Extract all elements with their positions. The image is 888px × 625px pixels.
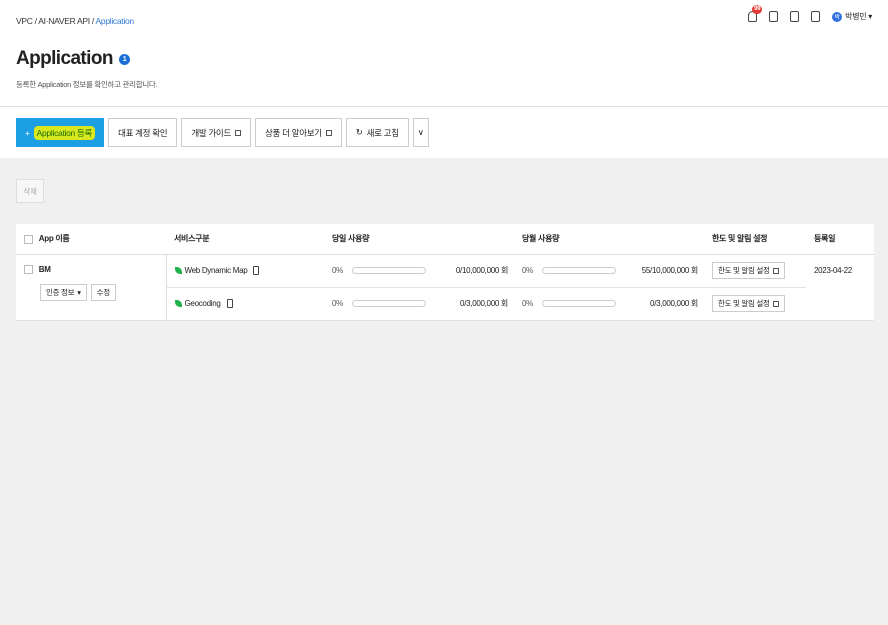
usage-count: 0/3,000,000 회	[650, 299, 698, 308]
col-app-name: App 이름	[38, 234, 70, 244]
auth-info-label: 인증 정보	[46, 287, 75, 297]
refresh-button[interactable]: ↻ 새로 고침	[345, 118, 409, 147]
main-account-button[interactable]: 대표 계정 확인	[108, 118, 178, 147]
page-title: Application 1	[16, 48, 130, 70]
product-more-button[interactable]: 상품 더 알아보기	[254, 118, 342, 147]
reg-date: 2023-04-22	[806, 254, 874, 321]
col-reg-date: 등록일	[806, 224, 874, 255]
col-daily-usage: 당일 사용량	[324, 224, 514, 255]
page-title-text: Application	[16, 48, 113, 69]
refresh-label: 새로 고침	[366, 127, 399, 138]
service-name[interactable]: Web Dynamic Map	[185, 266, 248, 275]
breadcrumb-current: Application	[95, 16, 135, 26]
usage-percent: 0%	[332, 266, 343, 275]
mobile-icon	[226, 299, 233, 308]
breadcrumb: VPC / AI·NAVER API / Application	[16, 16, 134, 26]
limit-settings-button[interactable]: 한도 및 알림 설정	[712, 295, 785, 312]
usage-count: 0/10,000,000 회	[455, 266, 508, 275]
header-toolbar: 99 박 박병민 ▾	[748, 5, 872, 22]
col-limit: 한도 및 알림 설정	[704, 224, 806, 255]
breadcrumb-vpc[interactable]: VPC	[16, 16, 33, 26]
popup-icon	[772, 300, 779, 307]
avatar: 박	[832, 11, 843, 22]
register-application-button[interactable]: + Application 등록	[16, 118, 105, 147]
refresh-icon: ↻	[355, 127, 363, 137]
divider	[0, 106, 888, 107]
service-cell: Geocoding	[165, 287, 324, 321]
chat-icon[interactable]	[769, 11, 779, 22]
app-cell: BM 인증 정보 ▾ 수정	[16, 254, 166, 321]
breadcrumb-ai-naver-api[interactable]: AI·NAVER API	[38, 16, 90, 26]
plus-icon: +	[25, 127, 30, 138]
user-menu[interactable]: 박 박병민 ▾	[832, 11, 872, 22]
usage-bar	[352, 300, 426, 307]
limit-cell: 한도 및 알림 설정	[704, 254, 806, 288]
page-header: VPC / AI·NAVER API / Application 99 박 박병…	[0, 0, 888, 158]
col-monthly-usage: 당월 사용량	[514, 224, 704, 255]
auth-info-button[interactable]: 인증 정보 ▾	[40, 283, 87, 301]
table-header-row: App 이름 서비스구분 당일 사용량 당월 사용량 한도 및 알림 설정 등록…	[16, 224, 874, 255]
maps-service-icon	[174, 300, 182, 307]
action-toolbar: + Application 등록 대표 계정 확인 개발 가이드 상품 더 알아…	[16, 118, 429, 147]
usage-percent: 0%	[522, 299, 533, 308]
daily-usage-cell: 0% 0/3,000,000 회	[324, 287, 514, 321]
usage-percent: 0%	[332, 299, 343, 308]
usage-count: 0/3,000,000 회	[460, 299, 508, 308]
delete-button[interactable]: 삭제	[16, 179, 44, 203]
limit-settings-label: 한도 및 알림 설정	[718, 299, 770, 308]
more-dropdown-button[interactable]: ∨	[412, 118, 429, 147]
monthly-usage-cell: 0% 55/10,000,000 회	[514, 254, 704, 288]
daily-usage-cell: 0% 0/10,000,000 회	[324, 254, 514, 288]
edit-button[interactable]: 수정	[90, 283, 116, 301]
breadcrumb-separator: /	[91, 16, 94, 26]
external-link-icon	[234, 129, 241, 136]
usage-bar	[352, 267, 426, 274]
limit-cell: 한도 및 알림 설정	[704, 287, 806, 321]
popup-icon	[772, 267, 779, 274]
usage-bar	[542, 300, 616, 307]
breadcrumb-separator: /	[34, 16, 37, 26]
maps-service-icon	[174, 267, 182, 274]
cursor-icon: ▾	[77, 287, 81, 297]
user-name: 박병민 ▾	[845, 12, 872, 21]
row-checkbox[interactable]	[24, 264, 33, 274]
external-link-icon	[325, 129, 332, 136]
limit-settings-button[interactable]: 한도 및 알림 설정	[712, 262, 785, 279]
usage-count: 55/10,000,000 회	[641, 266, 699, 275]
service-cell: Web Dynamic Map	[165, 254, 324, 288]
dev-guide-button[interactable]: 개발 가이드	[181, 118, 251, 147]
page-description: 등록한 Application 정보를 확인하고 관리합니다.	[16, 80, 158, 89]
content-area: 삭제 App 이름 서비스구분 당일 사용량 당월 사용량 한도 및 알림 설정…	[0, 158, 888, 625]
select-all-checkbox[interactable]	[24, 234, 33, 244]
service-name[interactable]: Geocoding	[185, 299, 221, 308]
usage-percent: 0%	[522, 266, 533, 275]
register-label: Application 등록	[33, 125, 96, 140]
application-table: App 이름 서비스구분 당일 사용량 당월 사용량 한도 및 알림 설정 등록…	[16, 224, 874, 321]
notification-badge: 99	[752, 5, 763, 14]
document-edit-icon[interactable]	[790, 11, 800, 22]
bell-icon[interactable]: 99	[748, 5, 763, 22]
dev-guide-label: 개발 가이드	[191, 127, 231, 138]
monthly-usage-cell: 0% 0/3,000,000 회	[514, 287, 704, 321]
table-row: BM 인증 정보 ▾ 수정 Web Dynamic Map 0% 0/10,000,…	[16, 254, 874, 321]
mobile-icon[interactable]	[811, 11, 821, 22]
col-service: 서비스구분	[166, 224, 324, 255]
info-icon[interactable]: 1	[118, 53, 130, 65]
limit-settings-label: 한도 및 알림 설정	[718, 266, 770, 275]
usage-bar	[542, 267, 616, 274]
product-more-label: 상품 더 알아보기	[264, 127, 322, 138]
mobile-icon	[253, 266, 260, 275]
app-name: BM	[38, 264, 51, 274]
